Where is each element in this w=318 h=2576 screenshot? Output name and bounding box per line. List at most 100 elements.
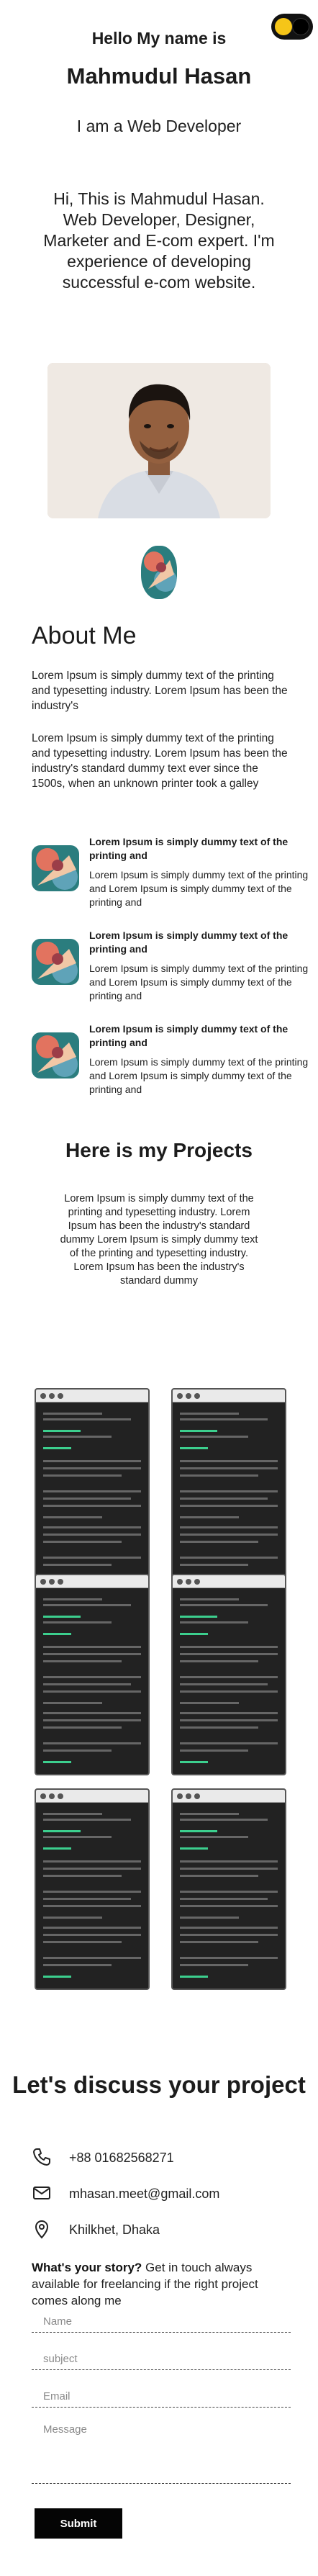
about-paragraph-1: Lorem Ipsum is simply dummy text of the … <box>32 670 288 712</box>
project-screenshot[interactable] <box>35 1574 150 1775</box>
preview-line <box>43 1819 132 1821</box>
preview-line <box>43 1941 122 1943</box>
preview-line <box>180 1660 258 1662</box>
preview-line <box>43 1534 141 1536</box>
preview-line <box>180 1418 268 1420</box>
project-screenshot[interactable] <box>35 1388 150 1590</box>
preview-line <box>43 1633 71 1635</box>
window-dot-icon <box>40 1579 46 1585</box>
preview-line <box>180 1633 208 1635</box>
preview-line <box>180 1905 278 1907</box>
project-screenshot[interactable] <box>171 1574 286 1775</box>
preview-line <box>180 1436 249 1438</box>
profile-photo <box>47 363 271 518</box>
preview-line <box>43 1598 102 1600</box>
submit-button[interactable]: Submit <box>35 2508 122 2539</box>
feature-title: Lorem Ipsum is simply dummy text of the … <box>89 929 289 955</box>
project-screenshot[interactable] <box>171 1788 286 1990</box>
preview-line <box>180 1868 278 1870</box>
preview-line <box>180 1616 217 1618</box>
window-dot-icon <box>186 1579 191 1585</box>
preview-line <box>43 1813 102 1815</box>
browser-bar <box>36 1575 148 1588</box>
window-dot-icon <box>58 1393 63 1399</box>
preview-line <box>180 1598 239 1600</box>
preview-line <box>180 1498 268 1500</box>
preview-line <box>180 1676 278 1678</box>
preview-line <box>43 1430 81 1432</box>
preview-line <box>180 1413 239 1415</box>
preview-line <box>180 1860 278 1863</box>
preview-line <box>43 1505 141 1507</box>
preview-line <box>43 1719 141 1721</box>
name-field[interactable] <box>32 2311 291 2333</box>
contact-phone[interactable]: +88 01682568271 <box>32 2147 291 2169</box>
preview-line <box>43 1498 132 1500</box>
about-paragraph-2: Lorem Ipsum is simply dummy text of the … <box>32 732 288 790</box>
window-dot-icon <box>177 1579 183 1585</box>
project-screenshot[interactable] <box>35 1788 150 1990</box>
preview-line <box>180 1447 208 1449</box>
feature-text: Lorem Ipsum is simply dummy text of the … <box>89 1056 309 1095</box>
preview-line <box>180 1702 239 1704</box>
preview-line <box>43 1742 141 1744</box>
preview-line <box>180 1712 278 1714</box>
preview-line <box>43 1868 141 1870</box>
preview-line <box>43 1847 71 1850</box>
feature-item: Lorem Ipsum is simply dummy text of the … <box>32 1022 308 1102</box>
contact-email[interactable]: mhasan.meet@gmail.com <box>32 2183 291 2205</box>
feature-item: Lorem Ipsum is simply dummy text of the … <box>32 835 308 914</box>
preview-line <box>43 1447 71 1449</box>
location-pin-icon <box>32 2219 52 2239</box>
message-field[interactable] <box>32 2420 291 2484</box>
preview-line <box>180 1467 278 1469</box>
preview-line <box>43 1564 112 1566</box>
preview-line <box>43 1927 141 1929</box>
preview-line <box>43 1934 141 1936</box>
preview-line <box>180 1813 239 1815</box>
subject-field[interactable] <box>32 2348 291 2370</box>
preview-line <box>180 1526 278 1528</box>
window-dot-icon <box>40 1793 46 1799</box>
preview-line <box>43 1726 122 1729</box>
email-field[interactable] <box>32 2386 291 2408</box>
hero-intro: Hi, This is Mahmudul Hasan. Web Develope… <box>43 189 275 292</box>
preview-line <box>180 1749 249 1752</box>
preview-line <box>43 1646 141 1648</box>
window-dot-icon <box>194 1793 200 1799</box>
preview-line <box>43 1898 132 1900</box>
preview-line <box>180 1564 249 1566</box>
preview-line <box>180 1490 278 1492</box>
preview-line <box>43 1541 122 1543</box>
projects-description: Lorem Ipsum is simply dummy text of the … <box>60 1193 258 1287</box>
preview-line <box>43 1836 112 1838</box>
preview-line <box>43 1460 141 1462</box>
preview-line <box>43 1830 81 1832</box>
story-heading: What's your story? <box>32 2261 142 2274</box>
preview-line <box>43 1761 71 1763</box>
window-dot-icon <box>49 1579 55 1585</box>
feature-image-icon <box>32 1032 79 1078</box>
preview-line <box>180 1898 268 1900</box>
preview-line <box>180 1646 278 1648</box>
preview-line <box>180 1460 278 1462</box>
about-title: About Me <box>32 622 137 649</box>
window-dot-icon <box>194 1393 200 1399</box>
preview-line <box>43 1604 132 1606</box>
preview-line <box>180 1516 239 1518</box>
preview-line <box>43 1676 141 1678</box>
preview-line <box>180 1927 278 1929</box>
preview-line <box>43 1616 81 1618</box>
location-text: Khilkhet, Dhaka <box>69 2223 160 2237</box>
preview-line <box>43 1917 102 1919</box>
preview-line <box>43 1557 141 1559</box>
preview-line <box>180 1621 249 1623</box>
preview-line <box>43 1526 141 1528</box>
hero-name: Mahmudul Hasan <box>66 63 252 89</box>
preview-line <box>180 1534 278 1536</box>
preview-line <box>180 1957 278 1959</box>
window-dot-icon <box>58 1579 63 1585</box>
phone-number: +88 01682568271 <box>69 2151 174 2165</box>
story-text: What's your story? Get in touch always a… <box>32 2259 291 2309</box>
project-screenshot[interactable] <box>171 1388 286 1590</box>
